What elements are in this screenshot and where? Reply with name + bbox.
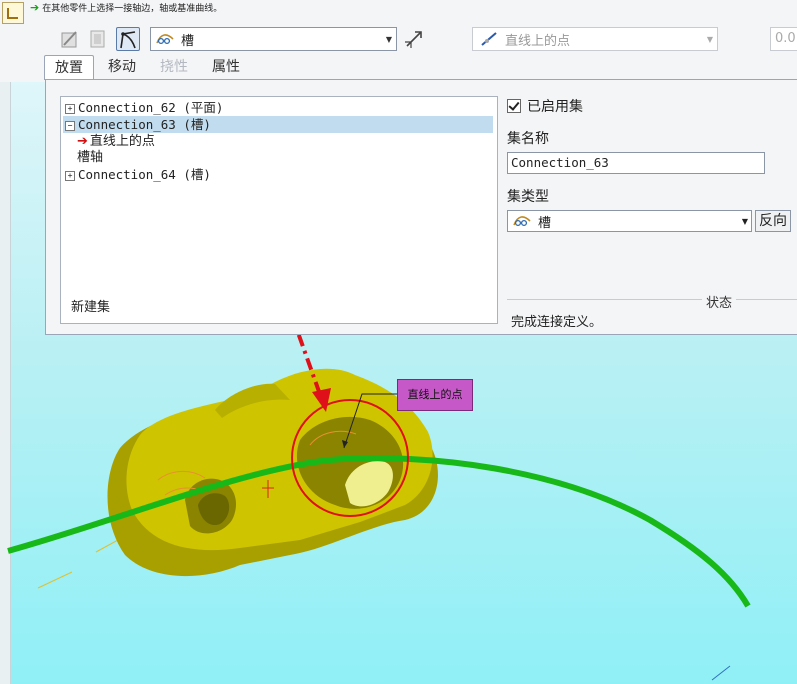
expand-icon[interactable]: + — [65, 104, 75, 114]
tree-item-point-on-line[interactable]: ➔ 直线上的点 — [77, 133, 155, 150]
placement-panel: + Connection_62 (平面) − Connection_63 (槽) ➔… — [45, 79, 797, 335]
status-divider — [507, 299, 797, 300]
expand-icon[interactable]: + — [65, 171, 75, 181]
set-name-field[interactable]: Connection_63 — [507, 152, 765, 174]
datum-line — [95, 539, 119, 553]
datum-line — [37, 571, 73, 589]
status-title: 状态 — [702, 292, 737, 311]
reverse-button[interactable]: 反向 — [755, 210, 791, 232]
tree-item-label: Connection_64 (槽) — [78, 167, 211, 182]
tree-item-label: 槽轴 — [77, 150, 104, 165]
red-arrow-icon: ➔ — [77, 134, 88, 149]
set-properties: 已启用集 集名称 Connection_63 集类型 槽 ▼ 反向 — [507, 96, 797, 232]
checkbox-checked-icon[interactable] — [507, 99, 521, 113]
connection-tree[interactable]: + Connection_62 (平面) − Connection_63 (槽) ➔… — [60, 96, 498, 324]
status-text: 完成连接定义。 — [511, 315, 603, 330]
slot-icon — [513, 216, 531, 227]
tree-item-label: 直线上的点 — [89, 134, 155, 149]
chevron-down-icon: ▼ — [741, 216, 749, 226]
enabled-set-checkbox[interactable]: 已启用集 — [507, 96, 797, 116]
tree-item-connection-62[interactable]: + Connection_62 (平面) — [65, 99, 223, 116]
tree-item-slot-axis[interactable]: 槽轴 — [77, 149, 103, 166]
tree-item-connection-64[interactable]: + Connection_64 (槽) — [65, 166, 211, 183]
tree-item-label: Connection_63 (槽) — [78, 117, 211, 132]
set-type-dropdown[interactable]: 槽 ▼ — [507, 210, 752, 232]
collapse-icon[interactable]: − — [65, 121, 75, 131]
new-set-link[interactable]: 新建集 — [71, 296, 110, 315]
enabled-set-label: 已启用集 — [527, 99, 583, 115]
set-type-value: 槽 — [538, 215, 552, 231]
set-type-label: 集类型 — [507, 189, 549, 205]
datum-line — [711, 665, 731, 681]
set-name-label: 集名称 — [507, 131, 549, 147]
tree-item-label: Connection_62 (平面) — [78, 100, 224, 115]
tree-item-connection-63[interactable]: − Connection_63 (槽) — [63, 116, 493, 133]
callout-label: 直线上的点 — [397, 379, 473, 411]
